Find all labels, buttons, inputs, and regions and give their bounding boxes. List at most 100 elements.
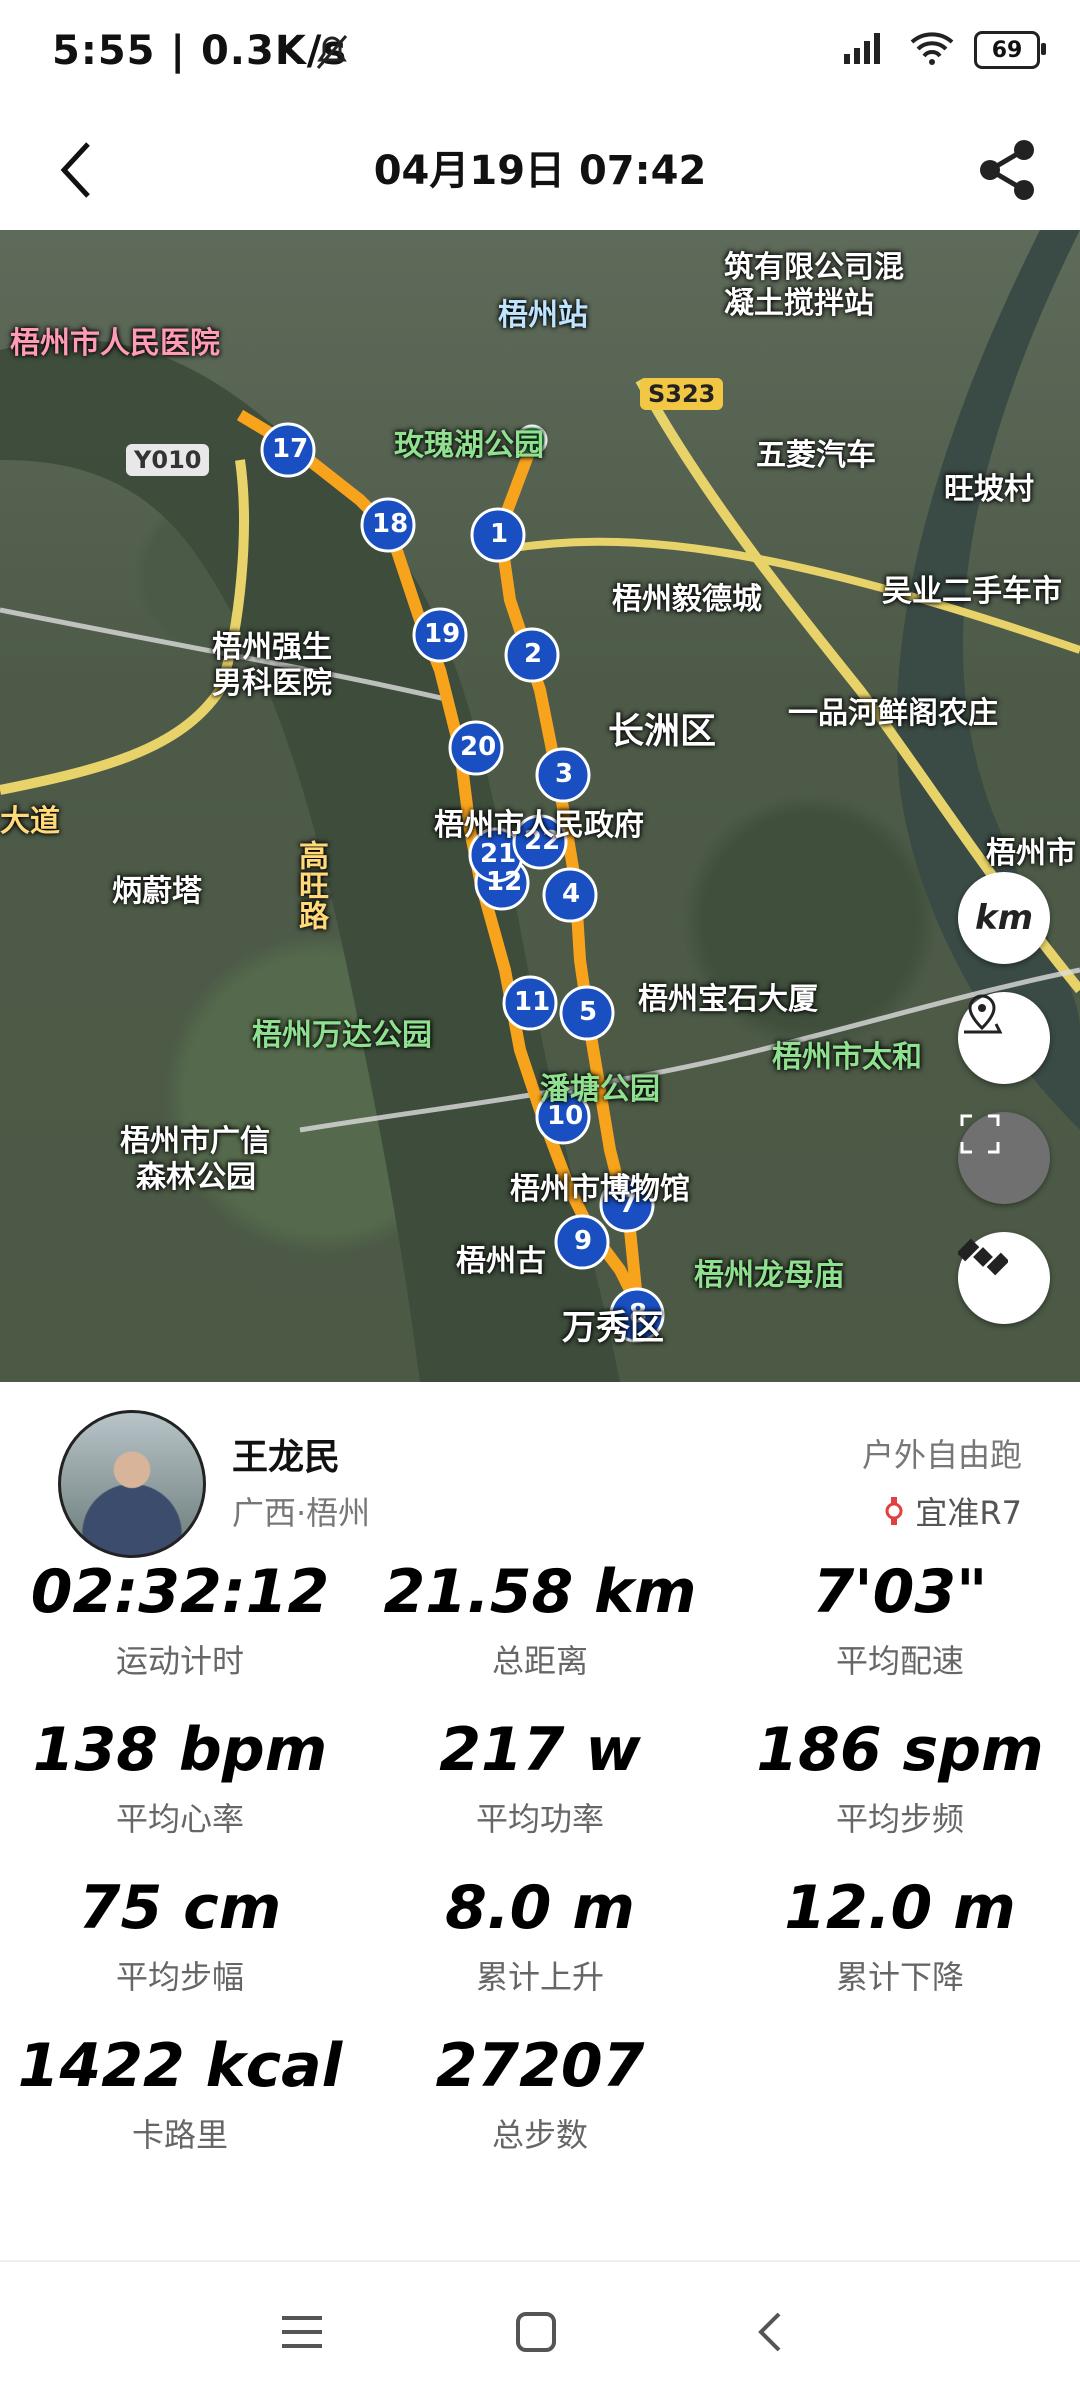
battery-icon: 69 — [974, 31, 1046, 69]
stat-label: 运动计时 — [115, 1642, 244, 1680]
stat-label: 卡路里 — [131, 2116, 228, 2154]
marker-3[interactable]: 3 — [555, 759, 573, 789]
stat-label: 累计上升 — [475, 1958, 604, 1996]
device-info: 宜准R7 — [883, 1488, 1022, 1534]
user-location: 广西·梧州 — [232, 1494, 371, 1532]
status-bar: 5:55 | 0.3K/s 69 — [0, 0, 1080, 110]
stat-calories: 1422 kcal 卡路里 — [0, 2026, 360, 2156]
km-toggle-button[interactable]: km — [958, 872, 1050, 964]
map-label: 梧州站 — [498, 298, 588, 333]
marker-1[interactable]: 1 — [490, 519, 508, 549]
stat-value: 138 bpm — [32, 1715, 328, 1785]
page-title: 04月19日 07:42 — [373, 148, 707, 194]
map-label: 一品河鲜阁农庄 — [788, 696, 998, 731]
marker-19[interactable]: 19 — [424, 619, 460, 649]
signal-icon — [840, 30, 890, 70]
share-button[interactable] — [966, 128, 1050, 212]
marker-11[interactable]: 11 — [514, 987, 550, 1017]
marker-17[interactable]: 17 — [272, 434, 308, 464]
stat-pace: 7'03" 平均配速 — [720, 1552, 1080, 1682]
fullscreen-icon — [960, 1114, 1000, 1154]
home-nav-button[interactable] — [496, 2302, 576, 2362]
device-name: 宜准R7 — [915, 1494, 1022, 1532]
marker-2[interactable]: 2 — [524, 639, 542, 669]
map-label: 梧州龙母庙 — [694, 1258, 844, 1293]
map-label: 梧州市博物馆 — [510, 1172, 690, 1207]
back-nav-button[interactable] — [730, 2302, 810, 2362]
header: 04月19日 07:42 — [0, 110, 1080, 230]
stat-stride: 75 cm 平均步幅 — [0, 1868, 360, 1998]
map-label: 森林公园 — [136, 1160, 256, 1195]
stat-descent: 12.0 m 累计下降 — [720, 1868, 1080, 1998]
locate-button[interactable] — [958, 992, 1050, 1084]
stat-value: 02:32:12 — [30, 1557, 330, 1627]
stat-label: 平均步频 — [835, 1800, 964, 1838]
stat-power: 217 w 平均功率 — [360, 1710, 720, 1840]
stat-value: 27207 — [435, 2031, 645, 2101]
system-nav-bar — [0, 2260, 1080, 2402]
stat-value: 8.0 m — [445, 1873, 635, 1943]
map-label: 梧州宝石大厦 — [638, 982, 818, 1017]
map-label: 万秀区 — [562, 1308, 664, 1348]
map-label: 五菱汽车 — [756, 438, 876, 473]
status-icons: 69 — [840, 30, 1046, 70]
map-label: 凝土搅拌站 — [724, 286, 874, 321]
map-label: 梧州市太和 — [772, 1040, 922, 1075]
back-nav-icon — [758, 2312, 781, 2352]
battery-level: 69 — [991, 37, 1023, 63]
mute-icon — [310, 30, 354, 78]
menu-nav-button[interactable] — [262, 2302, 342, 2362]
stat-ascent: 8.0 m 累计上升 — [360, 1868, 720, 1998]
stat-value: 217 w — [439, 1715, 641, 1785]
map-label: 男科医院 — [212, 666, 332, 701]
map-label: 大道 — [0, 804, 60, 839]
avatar[interactable] — [58, 1410, 206, 1558]
stat-value: 12.0 m — [784, 1873, 1016, 1943]
map-label: 梧州市 — [986, 836, 1076, 871]
route-map[interactable]: 1 2 3 4 5 7 8 9 10 11 12 17 18 19 20 21 … — [0, 230, 1080, 1382]
stat-duration: 02:32:12 运动计时 — [0, 1552, 360, 1682]
satellite-button[interactable] — [958, 1232, 1050, 1324]
stat-steps: 27207 总步数 — [360, 2026, 720, 2156]
map-label: 梧州市人民政府 — [434, 808, 644, 843]
stat-label: 总距离 — [491, 1642, 588, 1680]
stat-label: 平均步幅 — [115, 1958, 244, 1996]
fullscreen-button[interactable] — [958, 1112, 1050, 1204]
stat-value: 186 spm — [756, 1715, 1044, 1785]
map-label: 玫瑰湖公园 — [394, 428, 544, 463]
marker-4[interactable]: 4 — [562, 879, 580, 909]
stat-label: 总步数 — [491, 2116, 588, 2154]
stat-label: 平均配速 — [835, 1642, 964, 1680]
map-label: 梧州毅德城 — [612, 582, 762, 617]
map-label: 旺坡村 — [944, 472, 1034, 507]
map-label: 高旺路 — [293, 840, 328, 930]
user-name: 王龙民 — [232, 1437, 341, 1478]
marker-9[interactable]: 9 — [574, 1226, 592, 1256]
stat-label: 平均心率 — [115, 1800, 244, 1838]
map-label: 梧州市人民医院 — [10, 326, 220, 361]
marker-5[interactable]: 5 — [579, 997, 597, 1027]
stat-label: 平均功率 — [475, 1800, 604, 1838]
marker-12[interactable]: 12 — [486, 867, 522, 897]
map-label: 吴业二手车市 — [882, 574, 1062, 609]
watch-icon — [885, 1497, 903, 1525]
sport-type: 户外自由跑 — [861, 1436, 1022, 1474]
stat-value: 1422 kcal — [17, 2031, 343, 2101]
marker-20[interactable]: 20 — [460, 732, 496, 762]
stat-cadence: 186 spm 平均步频 — [720, 1710, 1080, 1840]
road-sign-s323: S323 — [640, 378, 724, 410]
stat-heart-rate: 138 bpm 平均心率 — [0, 1710, 360, 1840]
status-time: 5:55 | 0.3K/s — [52, 28, 348, 74]
stat-label: 累计下降 — [835, 1958, 964, 1996]
km-label: km — [974, 898, 1034, 938]
stat-distance: 21.58 km 总距离 — [360, 1552, 720, 1682]
marker-18[interactable]: 18 — [372, 509, 408, 539]
stat-value: 7'03" — [812, 1557, 988, 1627]
wifi-icon — [908, 30, 956, 70]
share-icon — [980, 140, 1034, 200]
location-pin-icon — [964, 994, 1003, 1034]
map-label: 梧州万达公园 — [252, 1018, 432, 1053]
map-label: 长洲区 — [608, 711, 717, 752]
map-label: 潘塘公园 — [540, 1072, 660, 1107]
road-sign-y010: Y010 — [126, 444, 210, 476]
